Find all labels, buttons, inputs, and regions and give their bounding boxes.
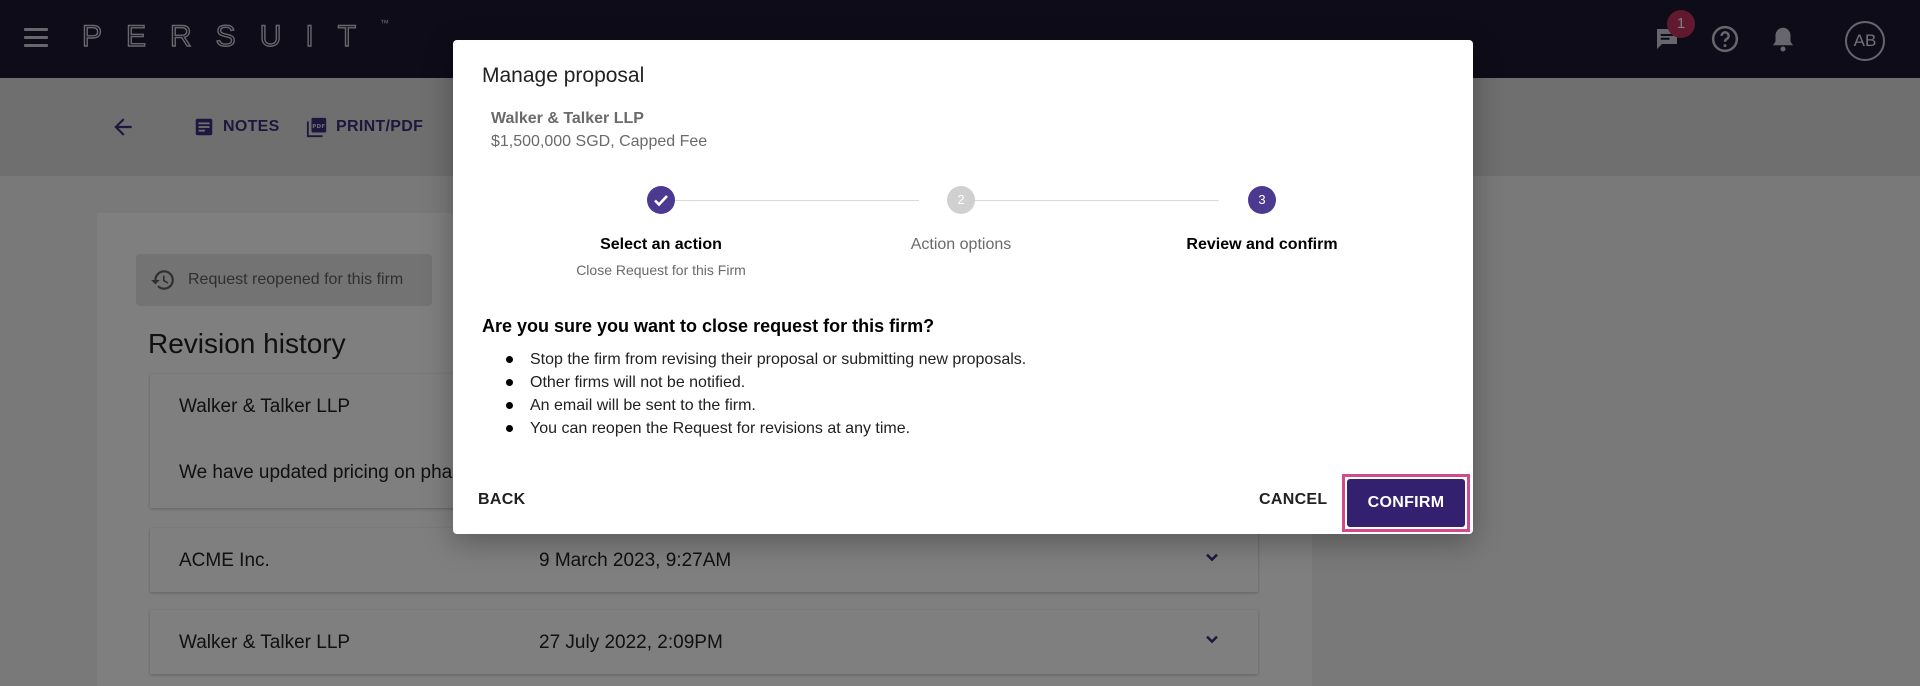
stepper-connector — [975, 200, 1219, 201]
confirm-button[interactable]: CONFIRM — [1347, 479, 1465, 527]
step-2-label: Action options — [910, 236, 1012, 253]
cancel-button[interactable]: CANCEL — [1259, 491, 1327, 509]
list-item: Stop the firm from revising their propos… — [505, 348, 1026, 371]
proposal-firm-name: Walker & Talker LLP — [491, 110, 644, 127]
step-3-circle: 3 — [1248, 186, 1276, 214]
consequence-list: Stop the firm from revising their propos… — [505, 348, 1026, 440]
step-1-completed — [647, 186, 675, 214]
list-item: You can reopen the Request for revisions… — [505, 417, 1026, 440]
confirmation-question: Are you sure you want to close request f… — [482, 316, 935, 336]
checkmark-icon — [654, 195, 668, 207]
step-3-label: Review and confirm — [1186, 236, 1338, 253]
dialog-title: Manage proposal — [482, 64, 645, 87]
step-1-sublabel: Close Request for this Firm — [576, 262, 746, 278]
back-button[interactable]: BACK — [478, 491, 525, 509]
proposal-price: $1,500,000 SGD, Capped Fee — [491, 133, 708, 150]
list-item: An email will be sent to the firm. — [505, 394, 1026, 417]
step-1-label: Select an action — [600, 236, 722, 253]
list-item: Other firms will not be notified. — [505, 371, 1026, 394]
manage-proposal-dialog: Manage proposal Walker & Talker LLP $1,5… — [453, 40, 1473, 534]
stepper-connector — [675, 200, 919, 201]
step-2-circle: 2 — [947, 186, 975, 214]
